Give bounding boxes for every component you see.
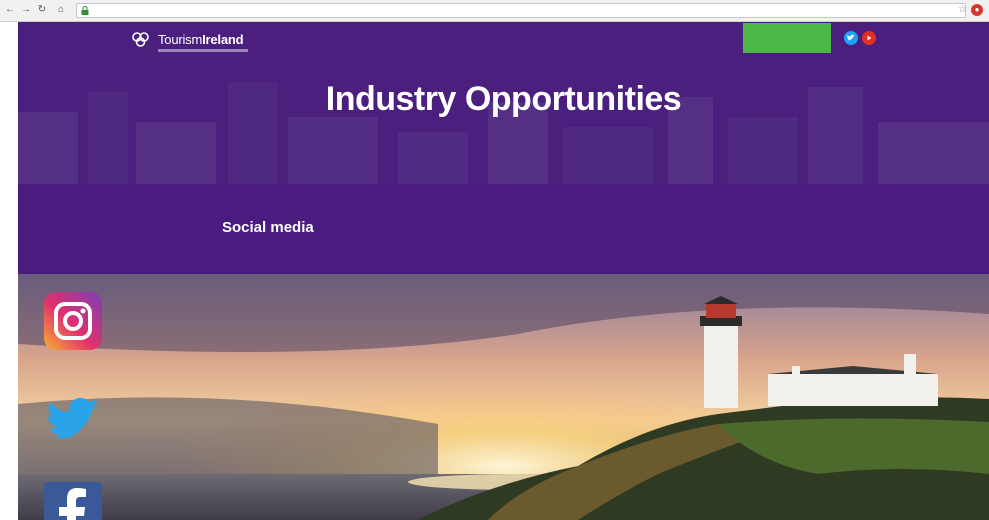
star-icon[interactable]: ☆	[958, 4, 967, 16]
lighthouse-photo	[18, 274, 989, 520]
back-arrow-icon[interactable]: ←	[4, 4, 16, 16]
home-icon[interactable]: ⌂	[55, 4, 67, 16]
lock-icon	[81, 6, 89, 15]
site-logo[interactable]: TourismIreland	[132, 31, 248, 52]
logo-text: TourismIreland	[158, 31, 244, 47]
reload-icon[interactable]: ↻	[36, 4, 48, 16]
extension-icon[interactable]: ●	[971, 4, 983, 16]
forward-arrow-icon[interactable]: →	[20, 4, 32, 16]
webpage: TourismIreland Industry Opportunities So…	[18, 22, 989, 520]
hero-section: TourismIreland Industry Opportunities So…	[18, 22, 989, 274]
twitter-icon[interactable]	[44, 392, 102, 450]
instagram-icon[interactable]	[44, 292, 102, 350]
browser-toolbar: ← → ↻ ⌂ ☆ ●	[0, 0, 989, 22]
page-title: Industry Opportunities	[325, 80, 682, 118]
youtube-icon[interactable]	[862, 31, 876, 45]
facebook-icon[interactable]	[44, 482, 102, 520]
section-heading: Social media	[222, 219, 314, 236]
twitter-icon[interactable]	[844, 31, 858, 45]
login-register-button[interactable]	[743, 23, 831, 53]
shamrock-logo-icon	[132, 32, 149, 47]
address-bar[interactable]	[76, 3, 966, 18]
logo-tagline	[158, 49, 248, 52]
section-band	[18, 184, 989, 274]
